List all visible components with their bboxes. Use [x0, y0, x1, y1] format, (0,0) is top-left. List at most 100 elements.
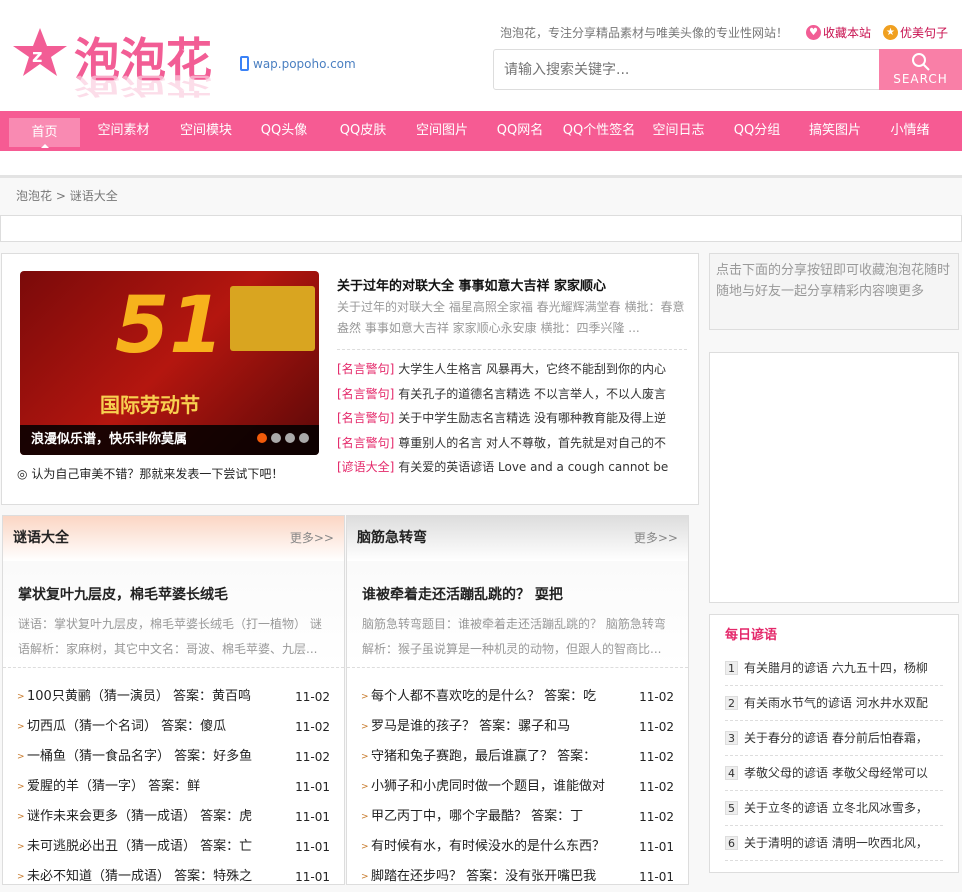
slide-caption: 浪漫似乐谱，快乐非你莫属 — [20, 425, 319, 455]
headline-item[interactable]: [名言警句] 大学生人生格言 风暴再大，它终不能刮到你的内心 — [337, 360, 673, 385]
sentences-link[interactable]: ★ 优美句子 — [883, 24, 948, 41]
riddles-section: 谜语大全 更多>> 掌状复叶九层皮，棉毛苹婆长绒毛 谜语：掌状复叶九层皮，棉毛苹… — [2, 515, 345, 885]
list-item[interactable]: > 每个人都不喜欢吃的是什么？ 答案：吃 11-02 — [361, 682, 674, 712]
list-item[interactable]: > 守猪和兔子赛跑，最后谁赢了？ 答案： 11-02 — [361, 742, 674, 772]
featured-desc: 脑筋急转弯题目：谁被牵着走还活蹦乱跳的？ 脑筋急转弯解析：猴子虽说算是一种机灵的… — [362, 617, 666, 656]
spacer — [0, 151, 962, 175]
slide-image-51: 51 — [115, 281, 224, 371]
featured-desc: 谜语：掌状复叶九层皮，棉毛苹婆长绒毛（打一植物） 谜语解析：家麻树，其它中文名：… — [18, 617, 322, 656]
list-item[interactable]: > 罗马是谁的孩子？ 答案：骡子和马 11-02 — [361, 712, 674, 742]
slider-dot[interactable] — [271, 433, 281, 443]
nav-item[interactable]: 搞笑图片 — [796, 111, 874, 151]
riddle-list: >100只黄鹂（猜一演员） 答案：黄百鸣 11-02 > 切西瓜（猜一个名词） 答案：… — [3, 668, 344, 892]
featured-title[interactable]: 掌状复叶九层皮，棉毛苹婆长绒毛 — [18, 584, 344, 604]
daily-item[interactable]: 2 有关雨水节气的谚语 河水井水双配 — [725, 686, 943, 721]
daily-item[interactable]: 3 关于春分的谚语 春分前后怕春霜， — [725, 721, 943, 756]
arrow-icon: > — [17, 692, 25, 702]
breadcrumb-home[interactable]: 泡泡花 — [16, 189, 52, 203]
arrow-icon: > — [361, 722, 369, 732]
nav-item-home[interactable]: 首页 — [9, 118, 80, 148]
list-item[interactable]: >100只黄鹂（猜一演员） 答案：黄百鸣 11-02 — [17, 682, 330, 712]
arrow-icon: > — [361, 782, 369, 792]
nav-item[interactable]: QQ分组 — [718, 111, 796, 151]
share-tip: 点击下面的分享按钮即可收藏泡泡花随时随地与好友一起分享精彩内容噢更多 — [709, 253, 959, 330]
arrow-icon: > — [361, 812, 369, 822]
nav-item[interactable]: 空间素材 — [80, 111, 167, 151]
nav-item[interactable]: QQ皮肤 — [323, 111, 403, 151]
bookmark-link[interactable]: ♥ 收藏本站 — [806, 24, 871, 41]
headline-desc: 关于过年的对联大全 福星高照全家福 春光耀辉满堂春 横批：春意盎然 事事如意大吉… — [337, 300, 685, 335]
list-item[interactable]: > 爱腥的羊（猜一字） 答案：鲜 11-01 — [17, 772, 330, 802]
heart-icon: ♥ — [806, 25, 821, 40]
nav-item[interactable]: QQ网名 — [481, 111, 559, 151]
headline-item[interactable]: [名言警句] 关于中学生励志名言精选 没有哪种教育能及得上逆 — [337, 409, 673, 434]
daily-item[interactable]: 5 关于立冬的谚语 立冬北风冰雪多， — [725, 791, 943, 826]
list-item[interactable]: > 有时候有水，有时候没水的是什么东西？ 11-01 — [361, 832, 674, 862]
search-input[interactable] — [493, 49, 880, 90]
breadcrumb: 泡泡花 > 谜语大全 — [16, 189, 118, 203]
svg-text:z: z — [32, 46, 42, 67]
more-link[interactable]: 更多>> — [634, 516, 678, 561]
arrow-icon: > — [361, 752, 369, 762]
headline-list: [名言警句] 大学生人生格言 风暴再大，它终不能刮到你的内心 [名言警句] 有关… — [337, 360, 673, 483]
arrow-icon: > — [17, 752, 25, 762]
side-ad — [709, 352, 959, 603]
list-item[interactable]: > 谜作未来会更多（猜一成语） 答案：虎 11-01 — [17, 802, 330, 832]
list-item[interactable]: > 未必不知道（猜一成语） 答案：特殊之 11-01 — [17, 862, 330, 892]
arrow-icon: > — [17, 872, 25, 882]
brain-list: > 每个人都不喜欢吃的是什么？ 答案：吃 11-02 > 罗马是谁的孩子？ 答案：骡子和… — [347, 668, 688, 892]
daily-item[interactable]: 1 有关腊月的谚语 六九五十四，杨柳 — [725, 651, 943, 686]
brain-teaser-section: 脑筋急转弯 更多>> 谁被牵着走还活蹦乱跳的？ 耍把 脑筋急转弯题目：谁被牵着走… — [346, 515, 689, 885]
daily-proverbs: 每日谚语 1 有关腊月的谚语 六九五十四，杨柳 2 有关雨水节气的谚语 河水井水双配… — [709, 614, 959, 873]
arrow-icon: > — [17, 812, 25, 822]
list-item[interactable]: > 脚踏在还步吗？ 答案：没有张开嘴巴我 11-01 — [361, 862, 674, 892]
ad-bar — [0, 215, 962, 242]
arrow-icon: > — [361, 692, 369, 702]
featured-title[interactable]: 谁被牵着走还活蹦乱跳的？ 耍把 — [362, 584, 688, 604]
site-slogan: 泡泡花，专注分享精品素材与唯美头像的专业性网站！ — [500, 26, 789, 40]
arrow-icon: > — [17, 842, 25, 852]
nav-item[interactable]: 小情绪 — [874, 111, 946, 151]
arrow-icon: > — [361, 872, 369, 882]
nav-item[interactable]: QQ头像 — [245, 111, 323, 151]
svg-text:泡泡花: 泡泡花 — [74, 72, 212, 99]
slider-note[interactable]: ◎ 认为自己审美不错？那就来发表一下尝试下吧！ — [17, 465, 283, 482]
slide-image-title: 国际劳动节 — [100, 393, 200, 417]
slider-dot-active[interactable] — [257, 433, 267, 443]
divider — [337, 349, 687, 350]
headline-title[interactable]: 关于过年的对联大全 事事如意大吉祥 家家顺心 — [337, 275, 606, 294]
mobile-icon — [240, 56, 249, 71]
more-link[interactable]: 更多>> — [290, 516, 334, 561]
daily-item[interactable]: 6 关于清明的谚语 清明一吹西北风， — [725, 826, 943, 861]
daily-item[interactable]: 4 孝敬父母的谚语 孝敬父母经常可以 — [725, 756, 943, 791]
headline-item[interactable]: [名言警句] 尊重别人的名言 对人不尊敬，首先就是对自己的不 — [337, 434, 673, 459]
list-item[interactable]: > 切西瓜（猜一个名词） 答案：傻瓜 11-02 — [17, 712, 330, 742]
headline-item[interactable]: [谚语大全] 有关爱的英语谚语 Love and a cough cannot … — [337, 458, 673, 483]
slider-dot[interactable] — [285, 433, 295, 443]
target-icon: ◎ — [17, 467, 28, 481]
arrow-icon: > — [361, 842, 369, 852]
arrow-icon: > — [17, 722, 25, 732]
nav-item[interactable]: 空间日志 — [639, 111, 718, 151]
breadcrumb-current[interactable]: 谜语大全 — [70, 189, 118, 203]
main-nav: 首页 空间素材 空间模块 QQ头像 QQ皮肤 空间图片 QQ网名 QQ个性签名 … — [0, 111, 962, 151]
list-item[interactable]: > 甲乙丙丁中，哪个字最酷？ 答案：丁 11-02 — [361, 802, 674, 832]
nav-item[interactable]: QQ个性签名 — [559, 111, 639, 151]
wap-link[interactable]: wap.popoho.com — [240, 56, 356, 71]
star-icon: ★ — [883, 25, 898, 40]
headline-item[interactable]: [名言警句] 有关孔子的道德名言精选 不以言举人，不以人废言 — [337, 385, 673, 410]
image-slider[interactable]: 51 国际劳动节 浪漫似乐谱，快乐非你莫属 — [20, 271, 319, 455]
site-logo[interactable]: z 泡泡花 泡泡花 — [12, 26, 222, 108]
list-item[interactable]: > 小狮子和小虎同时做一个题目，谁能做对 11-02 — [361, 772, 674, 802]
nav-item[interactable]: 空间模块 — [167, 111, 245, 151]
slider-dot[interactable] — [299, 433, 309, 443]
nav-item[interactable]: 空间图片 — [403, 111, 481, 151]
section-header: 脑筋急转弯 更多>> — [347, 516, 688, 561]
divider — [0, 175, 962, 178]
bulldozer-image — [230, 286, 315, 351]
arrow-icon: > — [17, 782, 25, 792]
list-item[interactable]: > 未可逃脱必出丑（猜一成语） 答案：亡 11-01 — [17, 832, 330, 862]
search-icon — [911, 53, 930, 71]
search-button[interactable]: SEARCH — [879, 49, 962, 90]
list-item[interactable]: > 一桶鱼（猜一食品名字） 答案：好多鱼 11-02 — [17, 742, 330, 772]
